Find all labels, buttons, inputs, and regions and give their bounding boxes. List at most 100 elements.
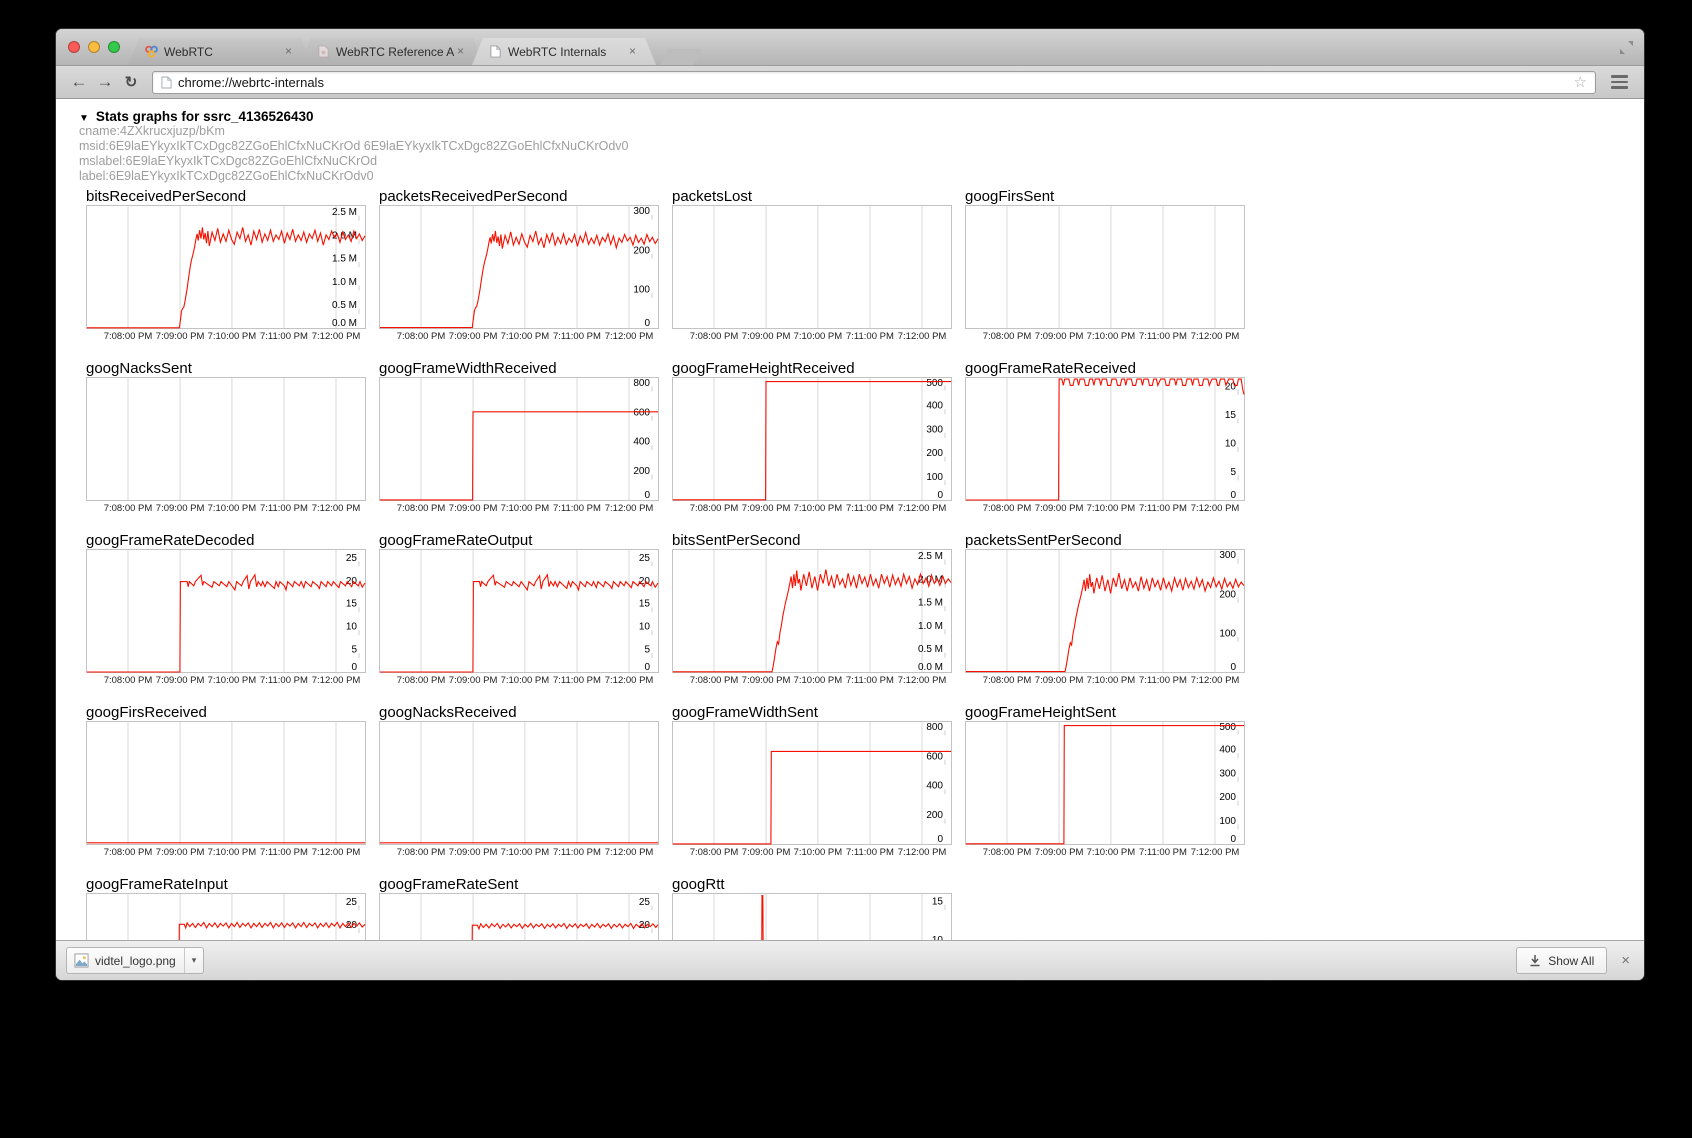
time-axis-label: 7:08:00 PM xyxy=(690,847,739,858)
tab-webrtc[interactable]: WebRTC × xyxy=(128,38,312,65)
chart-title: googFirsSent xyxy=(965,188,1245,205)
time-axis-label: 7:12:00 PM xyxy=(605,331,654,342)
series-line xyxy=(673,570,951,672)
tab-close-icon[interactable]: × xyxy=(282,45,295,58)
y-axis-label: 400 xyxy=(1219,745,1236,756)
webrtc-logo-icon xyxy=(145,45,158,58)
time-axis-label: 7:12:00 PM xyxy=(312,847,361,858)
y-axis-label: 0 xyxy=(1230,834,1236,845)
chart-title: packetsSentPerSecond xyxy=(965,532,1245,549)
y-axis-label: 300 xyxy=(1219,768,1236,779)
time-axis-label: 7:11:00 PM xyxy=(260,331,308,342)
address-bar[interactable]: chrome://webrtc-internals ☆ xyxy=(152,71,1596,94)
series-line xyxy=(380,575,658,672)
series-line xyxy=(87,922,365,940)
chart-googFrameWidthSent: googFrameWidthSent80060040020007:08:00 P… xyxy=(672,704,952,858)
page-icon xyxy=(161,76,172,89)
series-line xyxy=(966,573,1244,672)
time-axis: 7:08:00 PM7:09:00 PM7:10:00 PM7:11:00 PM… xyxy=(379,502,667,514)
chart-googFrameRateReceived: googFrameRateReceived201510507:08:00 PM7… xyxy=(965,360,1245,514)
zoom-window-button[interactable] xyxy=(108,41,120,53)
time-axis-label: 7:10:00 PM xyxy=(501,675,550,686)
chart-googFrameRateSent: googFrameRateSent25201510507:08:00 PM7:0… xyxy=(379,876,659,940)
time-axis: 7:08:00 PM7:09:00 PM7:10:00 PM7:11:00 PM… xyxy=(965,674,1253,686)
chart-title: googFrameRateDecoded xyxy=(86,532,366,549)
url-text: chrome://webrtc-internals xyxy=(178,75,324,90)
time-axis-label: 7:10:00 PM xyxy=(1087,675,1136,686)
chart-packetsSentPerSecond: packetsSentPerSecond30020010007:08:00 PM… xyxy=(965,532,1245,686)
time-axis-label: 7:10:00 PM xyxy=(794,675,843,686)
time-axis: 7:08:00 PM7:09:00 PM7:10:00 PM7:11:00 PM… xyxy=(86,502,374,514)
time-axis-label: 7:12:00 PM xyxy=(605,503,654,514)
show-all-button[interactable]: Show All xyxy=(1516,947,1607,974)
y-axis-label: 1.0 M xyxy=(918,621,943,632)
time-axis-label: 7:12:00 PM xyxy=(605,675,654,686)
y-axis-label: 300 xyxy=(1219,550,1236,561)
time-axis-label: 7:08:00 PM xyxy=(397,331,446,342)
time-axis: 7:08:00 PM7:09:00 PM7:10:00 PM7:11:00 PM… xyxy=(379,846,667,858)
stats-graphs-grid: bitsReceivedPerSecond2.5 M2.0 M1.5 M1.0 … xyxy=(86,188,1644,940)
back-button[interactable]: ← xyxy=(66,70,92,94)
time-axis-label: 7:12:00 PM xyxy=(1191,847,1240,858)
chart-canvas: 2520151050 xyxy=(379,893,659,940)
time-axis-label: 7:09:00 PM xyxy=(742,503,791,514)
y-axis-label: 400 xyxy=(926,401,943,412)
y-axis-label: 15 xyxy=(932,896,944,907)
new-tab-button[interactable] xyxy=(660,49,703,65)
chart-title: bitsReceivedPerSecond xyxy=(86,188,366,205)
time-axis-label: 7:10:00 PM xyxy=(208,847,257,858)
y-axis-label: 200 xyxy=(1219,792,1236,803)
chart-canvas: 2520151050 xyxy=(86,549,366,673)
chart-canvas: 5004003002001000 xyxy=(672,377,952,501)
chart-googFrameHeightReceived: googFrameHeightReceived50040030020010007… xyxy=(672,360,952,514)
time-axis-label: 7:11:00 PM xyxy=(1139,675,1187,686)
y-axis-label: 25 xyxy=(346,553,358,564)
time-axis-label: 7:11:00 PM xyxy=(1139,503,1187,514)
download-item-button[interactable]: vidtel_logo.png ▾ xyxy=(66,947,204,974)
time-axis-label: 7:09:00 PM xyxy=(742,331,791,342)
tab-webrtc-internals[interactable]: WebRTC Internals × xyxy=(472,38,656,65)
collapse-triangle-icon[interactable]: ▼ xyxy=(79,113,89,124)
chart-canvas: 8006004002000 xyxy=(379,377,659,501)
time-axis-label: 7:10:00 PM xyxy=(794,503,843,514)
time-axis: 7:08:00 PM7:09:00 PM7:10:00 PM7:11:00 PM… xyxy=(672,674,960,686)
y-axis-label: 800 xyxy=(633,378,650,389)
y-axis-label: 100 xyxy=(1219,816,1236,827)
fullscreen-icon[interactable] xyxy=(1619,40,1634,55)
reload-button[interactable]: ↻ xyxy=(118,70,144,94)
y-axis-label: 200 xyxy=(926,448,943,459)
close-shelf-icon[interactable]: × xyxy=(1621,952,1630,969)
time-axis-label: 7:09:00 PM xyxy=(156,675,205,686)
time-axis-label: 7:11:00 PM xyxy=(846,331,894,342)
forward-button[interactable]: → xyxy=(92,70,118,94)
chart-canvas: 2520151050 xyxy=(86,893,366,940)
y-axis-label: 1.0 M xyxy=(332,277,357,288)
section-title-row[interactable]: ▼ Stats graphs for ssrc_4136526430 xyxy=(79,109,1644,124)
section-title: Stats graphs for ssrc_4136526430 xyxy=(96,109,314,124)
time-axis-label: 7:11:00 PM xyxy=(1139,847,1187,858)
browser-window: WebRTC × WebRTC Reference App × WebRTC I… xyxy=(55,28,1645,981)
chart-title: bitsSentPerSecond xyxy=(672,532,952,549)
tab-close-icon[interactable]: × xyxy=(626,45,639,58)
time-axis-label: 7:12:00 PM xyxy=(898,847,947,858)
tab-webrtc-reference-app[interactable]: WebRTC Reference App × xyxy=(300,38,484,65)
time-axis-label: 7:09:00 PM xyxy=(742,847,791,858)
chart-canvas xyxy=(672,205,952,329)
menu-button[interactable] xyxy=(1604,70,1634,94)
y-axis-label: 0 xyxy=(937,490,943,501)
window-controls xyxy=(68,41,120,53)
time-axis-label: 7:10:00 PM xyxy=(1087,331,1136,342)
minimize-window-button[interactable] xyxy=(88,41,100,53)
toolbar: ← → ↻ chrome://webrtc-internals ☆ xyxy=(56,66,1644,99)
tab-close-icon[interactable]: × xyxy=(454,45,467,58)
mslabel-line: mslabel:6E9laEYkyxIkTCxDgc82ZGoEhlCfxNuC… xyxy=(79,154,1644,169)
close-window-button[interactable] xyxy=(68,41,80,53)
y-axis-label: 0.5 M xyxy=(918,644,943,655)
chart-title: googNacksSent xyxy=(86,360,366,377)
bookmark-star-icon[interactable]: ☆ xyxy=(1574,75,1587,90)
chart-title: googNacksReceived xyxy=(379,704,659,721)
series-line xyxy=(673,896,951,941)
download-dropdown-icon[interactable]: ▾ xyxy=(185,955,204,966)
time-axis-label: 7:09:00 PM xyxy=(449,503,498,514)
chart-title: googFrameHeightReceived xyxy=(672,360,952,377)
